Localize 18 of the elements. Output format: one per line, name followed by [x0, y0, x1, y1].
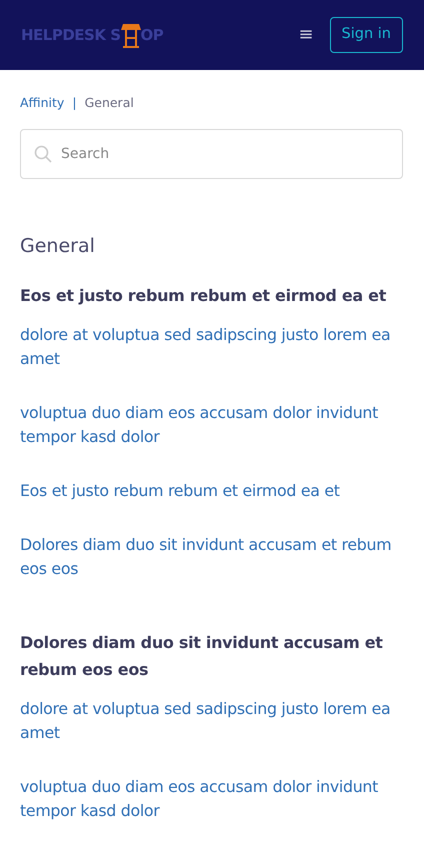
article-link[interactable]: dolore at voluptua sed sadipscing justo lorem ea amet — [20, 696, 403, 745]
section-title: Eos et justo rebum rebum et eirmod ea et — [20, 284, 388, 307]
page-title: General — [20, 234, 96, 258]
article-link[interactable]: dolore at voluptua sed sadipscing justo lorem ea amet — [20, 322, 403, 371]
logo-text: OP — [140, 24, 164, 46]
breadcrumb-separator: | — [72, 94, 77, 112]
article-link[interactable]: Dolores diam duo sit invidunt accusam et rebum eos eos — [20, 532, 403, 581]
breadcrumb-link[interactable]: Affinity — [20, 94, 64, 113]
search-field[interactable]: Search — [20, 128, 403, 179]
article-link[interactable]: voluptua duo diam eos accusam dolor invidunt tempor kasd dolor — [20, 400, 403, 449]
logo-text: HELPDESK S — [21, 24, 121, 46]
breadcrumb-current: General — [84, 94, 134, 112]
article-link[interactable]: Eos et justo rebum rebum et eirmod ea et — [20, 478, 403, 503]
section-title: Dolores diam duo sit invidunt accusam et rebum eos eos — [20, 632, 384, 681]
search-icon — [34, 144, 52, 163]
sign-in-button[interactable]: Sign in — [330, 17, 403, 53]
shop-stall-icon — [120, 22, 141, 48]
article-link[interactable]: voluptua duo diam eos accusam dolor invidunt tempor kasd dolor — [20, 774, 403, 823]
